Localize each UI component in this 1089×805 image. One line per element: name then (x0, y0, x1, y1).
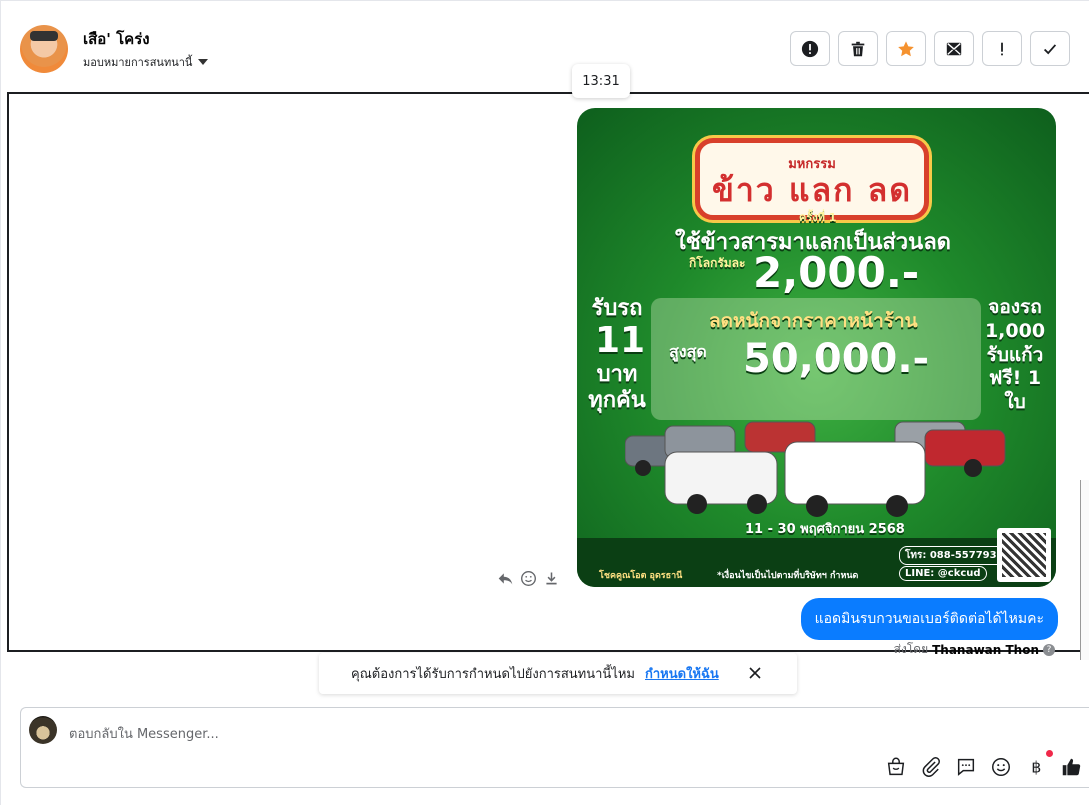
message-timestamp: 13:31 (572, 64, 630, 98)
mark-unread-button[interactable] (934, 31, 974, 66)
caret-down-icon (198, 59, 209, 65)
baht-icon: ฿ (1031, 759, 1041, 777)
max-label: สูงสุด (669, 342, 707, 361)
per-kg-label: กิโลกรัมละ (689, 256, 746, 270)
sent-by-info: ส่งโดย Thanawan Thon ? (894, 640, 1055, 659)
star-button[interactable] (886, 31, 926, 66)
promo-date: 11 - 30 พฤศจิกายน 2568 (745, 522, 905, 537)
right-promo-text: จองรถ 1,000 รับแก้ว ฟรี! 1 ใบ (984, 296, 1046, 413)
left-promo-line2: บาท ทุกคัน (588, 362, 646, 414)
notification-dot (1046, 750, 1053, 757)
help-icon[interactable]: ? (1043, 643, 1055, 656)
discount-label: ลดหนักจากราคาหน้าร้าน (709, 310, 918, 332)
conversation-header: เสือ' โคร่ง มอบหมายการสนทนานี้ (1, 0, 1089, 92)
sent-by-label: ส่งโดย (893, 642, 929, 656)
message-actions (497, 570, 560, 587)
trash-icon (851, 41, 865, 56)
event-big-title: ข้าว แลก ลด (711, 170, 913, 209)
assign-prompt-banner: คุณต้องการได้รับการกำหนดไปยังการสนทนานี้… (319, 653, 797, 694)
contact-avatar[interactable] (20, 25, 68, 73)
terms-note: *เงื่อนไขเป็นไปตามที่บริษัทฯ กำหนด (717, 571, 859, 581)
qr-code-image (997, 528, 1051, 582)
emoji-icon[interactable] (990, 756, 1012, 778)
assign-to-me-link[interactable]: กำหนดให้ฉัน (645, 663, 719, 684)
star-icon (898, 40, 914, 56)
close-icon[interactable] (747, 665, 763, 681)
reply-input[interactable]: ตอบกลับใน Messenger... (69, 723, 219, 744)
page-avatar (29, 716, 57, 744)
saved-replies-icon[interactable] (955, 756, 977, 778)
attachment-icon[interactable] (920, 756, 942, 778)
follow-up-button[interactable] (982, 31, 1022, 66)
sent-by-name: Thanawan Thon (932, 642, 1039, 657)
report-spam-button[interactable] (790, 31, 830, 66)
payment-button[interactable]: ฿ (1025, 750, 1053, 778)
assign-prompt-text: คุณต้องการได้รับการกำหนดไปยังการสนทนานี้… (351, 667, 635, 682)
assign-conversation-dropdown[interactable]: มอบหมายการสนทนานี้ (83, 53, 209, 71)
envelope-icon (946, 42, 962, 55)
reply-composer[interactable]: ตอบกลับใน Messenger... ฿ (20, 707, 1089, 788)
mark-done-button[interactable] (1030, 31, 1070, 66)
composer-tools: ฿ (885, 750, 1082, 778)
exclamation-icon (1001, 42, 1003, 55)
download-icon[interactable] (543, 570, 560, 587)
per-kg-amount: 2,000.- (753, 248, 920, 297)
outgoing-message-bubble[interactable]: แอดมินรบกวนขอเบอร์ติดต่อได้ไหมคะ (800, 598, 1058, 640)
dealer-brand: โชคคูณโอต อุดรธานี (599, 571, 683, 581)
line-contact: LINE: @ckcud (899, 566, 987, 581)
thumbs-up-icon[interactable] (1060, 756, 1082, 778)
delete-button[interactable] (838, 31, 878, 66)
react-emoji-icon[interactable] (520, 570, 537, 587)
assign-conversation-label: มอบหมายการสนทนานี้ (83, 56, 193, 69)
phone-contact: โทร: 088-5577932 (899, 546, 1010, 565)
reply-icon[interactable] (497, 570, 514, 587)
pickup-trucks-illustration (625, 421, 1006, 517)
message-thread[interactable]: มหกรรม ข้าว แลก ลด ครั้งที่ 1 ใช้ข้าวสาร… (7, 92, 1089, 652)
alert-circle-icon (801, 40, 819, 57)
check-icon (1043, 43, 1057, 54)
left-promo-number: 11 (595, 320, 646, 361)
shopping-bag-icon[interactable] (885, 756, 907, 778)
inbox-conversation-page: เสือ' โคร่ง มอบหมายการสนทนานี้ 13:31 มหก… (0, 0, 1089, 805)
max-discount-amount: 50,000.- (743, 336, 930, 382)
svg-text:฿: ฿ (1031, 759, 1041, 777)
header-actions (790, 31, 1070, 66)
contact-name[interactable]: เสือ' โคร่ง (83, 27, 150, 51)
left-promo-line1: รับรถ (591, 296, 643, 321)
promo-image-message[interactable]: มหกรรม ข้าว แลก ลด ครั้งที่ 1 ใช้ข้าวสาร… (577, 108, 1056, 587)
side-panel-edge (1080, 480, 1089, 660)
